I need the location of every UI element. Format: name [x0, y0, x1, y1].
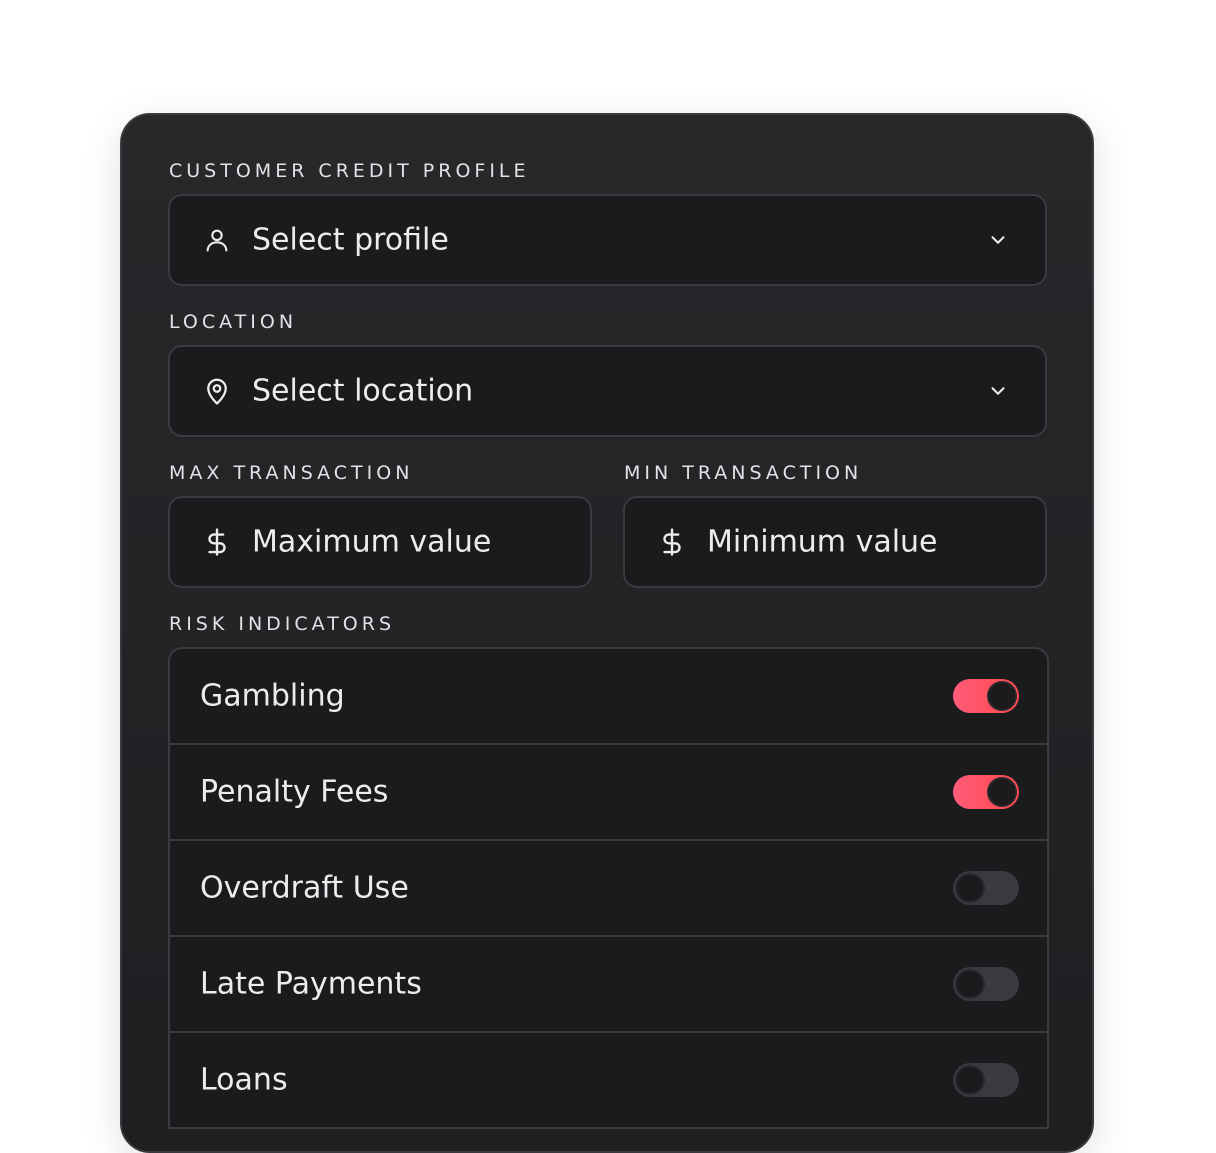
chevron-down-icon — [985, 378, 1011, 404]
max-transaction-placeholder: Maximum value — [252, 524, 492, 560]
risk-label: Penalty Fees — [200, 774, 389, 810]
toggle-switch[interactable] — [953, 1063, 1019, 1097]
chevron-down-icon — [985, 227, 1011, 253]
risk-row-overdraft-use: Overdraft Use — [170, 841, 1047, 937]
location-select[interactable]: Select location — [168, 345, 1047, 437]
profile-select[interactable]: Select profile — [168, 194, 1047, 286]
toggle-knob — [955, 969, 985, 999]
toggle-knob — [987, 681, 1017, 711]
toggle-knob — [955, 873, 985, 903]
toggle-knob — [955, 1065, 985, 1095]
location-select-value: Select location — [252, 373, 474, 409]
toggle-switch[interactable] — [953, 679, 1019, 713]
profile-label: CUSTOMER CREDIT PROFILE — [169, 160, 530, 182]
min-transaction-input[interactable]: Minimum value — [623, 496, 1047, 588]
risk-indicators-list: Gambling Penalty Fees Overdraft Use Late… — [168, 647, 1049, 1129]
profile-select-value: Select profile — [252, 222, 449, 258]
risk-row-penalty-fees: Penalty Fees — [170, 745, 1047, 841]
map-pin-icon — [202, 376, 232, 406]
toggle-switch[interactable] — [953, 775, 1019, 809]
min-transaction-placeholder: Minimum value — [707, 524, 938, 560]
user-icon — [202, 225, 232, 255]
risk-row-gambling: Gambling — [170, 649, 1047, 745]
dollar-icon — [202, 527, 232, 557]
risk-label: Gambling — [200, 678, 345, 714]
risk-row-loans: Loans — [170, 1033, 1047, 1129]
min-transaction-label: MIN TRANSACTION — [624, 462, 863, 484]
max-transaction-label: MAX TRANSACTION — [169, 462, 414, 484]
toggle-switch[interactable] — [953, 967, 1019, 1001]
risk-label: Overdraft Use — [200, 870, 409, 906]
dollar-icon — [657, 527, 687, 557]
location-label: LOCATION — [169, 311, 298, 333]
toggle-switch[interactable] — [953, 871, 1019, 905]
risk-label: Late Payments — [200, 966, 422, 1002]
max-transaction-input[interactable]: Maximum value — [168, 496, 592, 588]
risk-row-late-payments: Late Payments — [170, 937, 1047, 1033]
toggle-knob — [987, 777, 1017, 807]
risk-indicators-label: RISK INDICATORS — [169, 613, 396, 635]
risk-label: Loans — [200, 1062, 288, 1098]
